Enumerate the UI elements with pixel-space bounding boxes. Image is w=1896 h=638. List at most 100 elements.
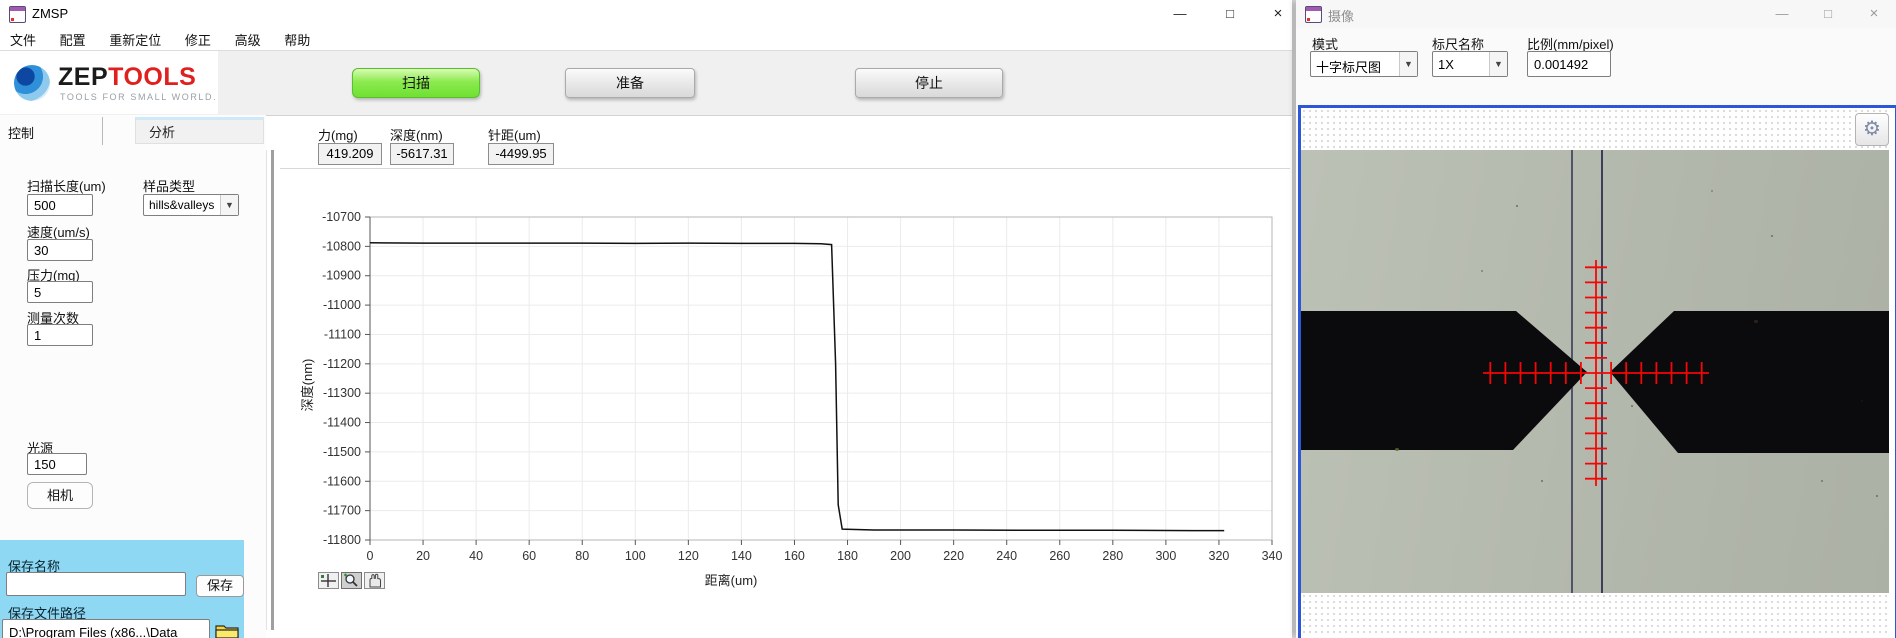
- screen: ZMSP — □ × 文件 配置 重新定位 修正 高级 帮助 ZEPTOOLS …: [0, 0, 1896, 638]
- svg-text:240: 240: [996, 549, 1017, 563]
- logo-zep: ZEP: [58, 63, 108, 91]
- svg-text:200: 200: [890, 549, 911, 563]
- profile-chart: -10700 -10800 -10900 -11000 -11100 -11200 -113…: [280, 170, 1292, 610]
- depth-label: 深度(nm): [390, 125, 443, 144]
- svg-text:-11400: -11400: [323, 416, 361, 430]
- graph-zoom-button[interactable]: [341, 572, 362, 589]
- graph-cursor-button[interactable]: [318, 572, 339, 589]
- depth-value: -5617.31: [390, 143, 454, 165]
- stop-button[interactable]: 停止: [855, 68, 1003, 98]
- svg-text:60: 60: [522, 549, 536, 563]
- camera-minimize-button[interactable]: —: [1759, 0, 1805, 28]
- svg-text:20: 20: [416, 549, 430, 563]
- tab-control[interactable]: 控制: [8, 123, 34, 142]
- zmsp-maximize-button[interactable]: □: [1207, 0, 1253, 28]
- panel-splitter[interactable]: [266, 150, 267, 630]
- zmsp-close-button[interactable]: ×: [1255, 0, 1301, 28]
- gear-icon: ⚙: [1863, 118, 1881, 140]
- camera-close-button[interactable]: ×: [1851, 0, 1896, 28]
- menu-advanced[interactable]: 高级: [225, 28, 271, 51]
- zmsp-window: ZMSP — □ × 文件 配置 重新定位 修正 高级 帮助 ZEPTOOLS …: [0, 0, 1292, 638]
- panel-splitter-handle[interactable]: [271, 150, 274, 630]
- camera-maximize-button[interactable]: □: [1805, 0, 1851, 28]
- svg-text:40: 40: [469, 549, 483, 563]
- save-button[interactable]: 保存: [196, 575, 244, 597]
- menu-help[interactable]: 帮助: [274, 28, 320, 51]
- logo-tagline: TOOLS FOR SMALL WORLD.: [60, 92, 217, 102]
- save-panel: 保存名称 保存 保存文件路径: [0, 540, 244, 638]
- ruler-name-dropdown[interactable]: 1X ▼: [1432, 51, 1508, 77]
- save-path-input[interactable]: [2, 619, 210, 638]
- svg-text:-10900: -10900: [322, 269, 361, 283]
- svg-text:80: 80: [575, 549, 589, 563]
- svg-text:-11300: -11300: [323, 386, 361, 400]
- svg-text:120: 120: [678, 549, 699, 563]
- camera-window: 摄像 — □ × 模式 十字标尺图 ▼ 标尺名称 1X ▼ 比例(mm/pixe…: [1296, 0, 1896, 638]
- zmsp-header: ZEPTOOLS TOOLS FOR SMALL WORLD. 扫描 准备 停止: [0, 51, 1292, 116]
- svg-text:220: 220: [943, 549, 964, 563]
- svg-text:-11000: -11000: [323, 298, 361, 312]
- menu-config[interactable]: 配置: [50, 28, 96, 51]
- menu-correction[interactable]: 修正: [175, 28, 221, 51]
- menu-relocate[interactable]: 重新定位: [99, 28, 171, 51]
- svg-text:-11800: -11800: [323, 533, 361, 547]
- zeptools-logo: ZEPTOOLS TOOLS FOR SMALL WORLD.: [0, 51, 218, 114]
- graph-pan-button[interactable]: [364, 572, 385, 589]
- svg-text:-11500: -11500: [323, 445, 361, 459]
- svg-text:260: 260: [1049, 549, 1070, 563]
- camera-settings-button[interactable]: ⚙: [1855, 113, 1889, 146]
- svg-text:深度(nm): 深度(nm): [300, 359, 315, 412]
- camera-live-image: [1301, 150, 1889, 593]
- prepare-button[interactable]: 准备: [565, 68, 695, 98]
- camera-app-icon: [1305, 6, 1322, 23]
- scale-input[interactable]: [1527, 51, 1611, 77]
- sample-type-dropdown[interactable]: hills&valleys ▼: [143, 194, 239, 216]
- svg-text:320: 320: [1209, 549, 1230, 563]
- svg-text:180: 180: [837, 549, 858, 563]
- svg-text:-11200: -11200: [323, 357, 361, 371]
- svg-text:-11100: -11100: [324, 327, 361, 341]
- zeptools-logo-icon: [14, 65, 50, 101]
- cursor-crosshair-icon: [319, 573, 338, 588]
- svg-text:-11700: -11700: [323, 504, 361, 518]
- svg-text:-11600: -11600: [323, 474, 361, 488]
- camera-window-title: 摄像: [1328, 6, 1354, 25]
- mode-dropdown[interactable]: 十字标尺图 ▼: [1310, 51, 1418, 77]
- zmsp-minimize-button[interactable]: —: [1157, 0, 1203, 28]
- magnifier-icon: [342, 573, 361, 588]
- menu-file[interactable]: 文件: [0, 28, 46, 51]
- tab-analysis[interactable]: 分析: [135, 117, 264, 144]
- save-name-input[interactable]: [6, 572, 186, 596]
- pressure-input[interactable]: [27, 281, 93, 303]
- hand-pan-icon: [365, 573, 384, 588]
- svg-text:280: 280: [1102, 549, 1123, 563]
- speed-input[interactable]: [27, 239, 93, 261]
- logo-tools: TOOLS: [108, 63, 196, 91]
- svg-text:300: 300: [1155, 549, 1176, 563]
- svg-text:140: 140: [731, 549, 752, 563]
- camera-top-strip: [1301, 108, 1889, 150]
- scan-length-label: 扫描长度(um): [27, 176, 106, 195]
- zmsp-titlebar[interactable]: ZMSP — □ ×: [0, 0, 1292, 28]
- svg-text:0: 0: [367, 549, 374, 563]
- svg-text:-10700: -10700: [322, 210, 361, 224]
- svg-text:-10800: -10800: [322, 239, 361, 253]
- zmsp-menubar: 文件 配置 重新定位 修正 高级 帮助: [0, 28, 1292, 51]
- svg-text:160: 160: [784, 549, 805, 563]
- camera-bottom-strip: [1301, 593, 1889, 635]
- browse-folder-button[interactable]: [214, 621, 242, 638]
- sample-type-label: 样品类型: [143, 176, 195, 195]
- camera-button[interactable]: 相机: [27, 482, 93, 509]
- scan-button[interactable]: 扫描: [352, 68, 480, 98]
- svg-text:100: 100: [625, 549, 646, 563]
- force-value: 419.209: [318, 143, 382, 165]
- camera-titlebar[interactable]: 摄像 — □ ×: [1296, 0, 1896, 28]
- zmsp-app-icon: [9, 6, 26, 23]
- camera-view-frame: ⚙: [1298, 105, 1896, 638]
- scan-length-input[interactable]: [27, 194, 93, 216]
- chevron-down-icon: ▼: [1489, 52, 1507, 76]
- light-input[interactable]: [27, 453, 87, 475]
- measure-count-input[interactable]: [27, 324, 93, 346]
- svg-text:340: 340: [1262, 549, 1283, 563]
- chevron-down-icon: ▼: [1399, 52, 1417, 76]
